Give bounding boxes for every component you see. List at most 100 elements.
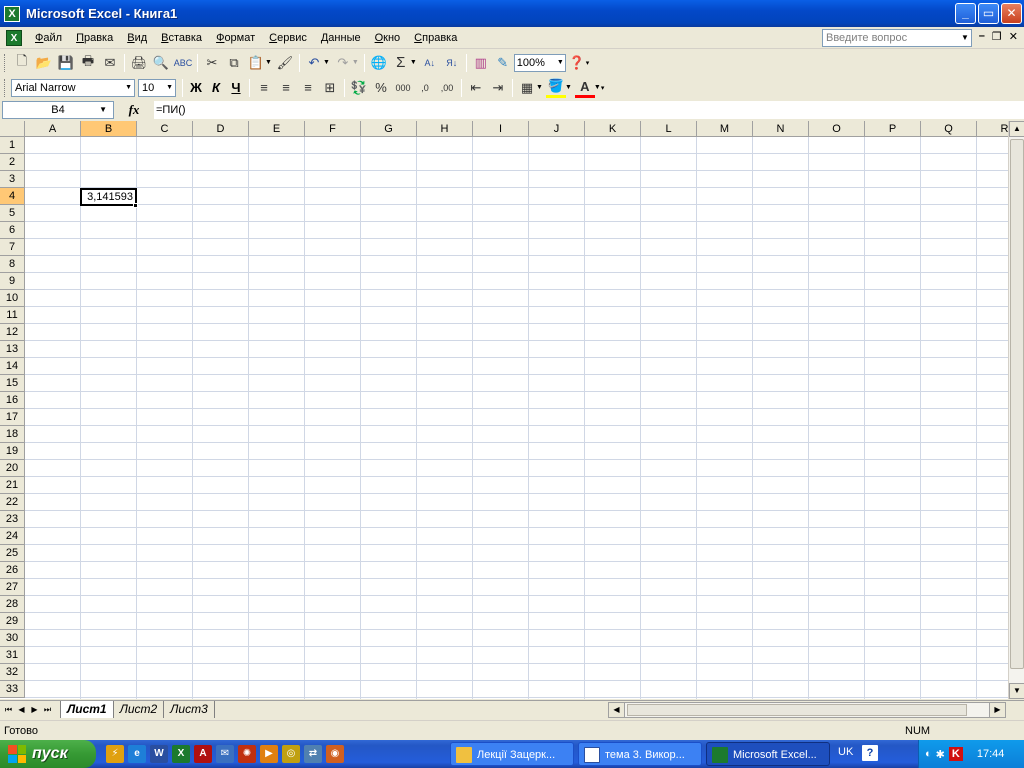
align-left-icon[interactable]: ≡ <box>254 78 274 98</box>
menu-help[interactable]: Справка <box>407 27 464 49</box>
column-header-q[interactable]: Q <box>921 121 977 137</box>
column-header-i[interactable]: I <box>473 121 529 137</box>
menu-view[interactable]: Вид <box>120 27 154 49</box>
row-header-21[interactable]: 21 <box>0 477 25 494</box>
chevron-down-icon[interactable]: ▼ <box>410 59 417 66</box>
row-header-1[interactable]: 1 <box>0 137 25 154</box>
sort-ascending-icon[interactable]: A↓ <box>420 53 440 73</box>
scroll-down-icon[interactable]: ▼ <box>1009 683 1024 699</box>
decrease-decimal-icon[interactable]: ,00 <box>437 78 457 98</box>
row-header-33[interactable]: 33 <box>0 681 25 698</box>
currency-icon[interactable]: 💱 <box>349 78 369 98</box>
copy-icon[interactable]: ⧉ <box>224 53 244 73</box>
row-header-31[interactable]: 31 <box>0 647 25 664</box>
row-header-20[interactable]: 20 <box>0 460 25 477</box>
font-color-icon[interactable]: A <box>574 78 595 98</box>
insert-function-button[interactable]: fx <box>114 102 154 118</box>
cell-gridlines[interactable] <box>25 137 1008 699</box>
cut-icon[interactable]: ✂ <box>202 53 222 73</box>
excel-quicklaunch-icon[interactable]: X <box>172 745 190 763</box>
menu-tools[interactable]: Сервис <box>262 27 314 49</box>
row-header-12[interactable]: 12 <box>0 324 25 341</box>
excel-icon[interactable]: X <box>4 5 20 22</box>
percent-button[interactable]: % <box>371 78 391 98</box>
worksheet-grid[interactable]: 3,141593 A B C D E F G H I J K L M N O P Q R 1 2 3 4 5 6 7 8 9 10 11… <box>0 121 1008 699</box>
toolbar-grip[interactable] <box>4 78 8 97</box>
row-header-22[interactable]: 22 <box>0 494 25 511</box>
row-header-26[interactable]: 26 <box>0 562 25 579</box>
increase-indent-icon[interactable]: ⇥ <box>488 78 508 98</box>
chevron-down-icon[interactable]: ▼ <box>323 59 330 66</box>
task-excel[interactable]: Microsoft Excel... <box>706 742 830 766</box>
row-header-14[interactable]: 14 <box>0 358 25 375</box>
select-all-button[interactable] <box>0 121 25 137</box>
menu-insert[interactable]: Вставка <box>154 27 209 49</box>
doc-restore-button[interactable]: ❐ <box>992 30 1002 43</box>
horizontal-scroll-thumb[interactable] <box>627 704 967 716</box>
formula-input[interactable]: =ПИ() <box>154 101 1024 119</box>
start-button[interactable]: пуск <box>0 740 96 768</box>
permission-icon[interactable]: 🖶 <box>78 53 98 73</box>
menu-data[interactable]: Данные <box>314 27 368 49</box>
column-header-m[interactable]: M <box>697 121 753 137</box>
row-header-27[interactable]: 27 <box>0 579 25 596</box>
bold-button[interactable]: Ж <box>186 78 206 98</box>
tray-icon-2[interactable]: ✱ <box>936 748 945 761</box>
align-right-icon[interactable]: ≡ <box>298 78 318 98</box>
antivirus-icon[interactable]: K <box>948 747 963 761</box>
row-header-32[interactable]: 32 <box>0 664 25 681</box>
first-sheet-icon[interactable]: ⏮ <box>2 705 15 715</box>
toolbar-options-icon[interactable]: ▾ <box>586 59 590 67</box>
chevron-down-icon[interactable]: ▼ <box>594 84 601 91</box>
prev-sheet-icon[interactable]: ◀ <box>15 705 28 714</box>
power-icon[interactable]: ⚡ <box>106 745 124 763</box>
align-center-icon[interactable]: ≡ <box>276 78 296 98</box>
row-header-13[interactable]: 13 <box>0 341 25 358</box>
print-preview-icon[interactable]: 🔍 <box>151 53 171 73</box>
acrobat-icon[interactable]: A <box>194 745 212 763</box>
spelling-icon[interactable]: ABC <box>173 53 193 73</box>
chevron-down-icon[interactable]: ▼ <box>958 29 972 47</box>
column-header-f[interactable]: F <box>305 121 361 137</box>
column-header-p[interactable]: P <box>865 121 921 137</box>
underline-button[interactable]: Ч <box>226 78 246 98</box>
maximize-button[interactable]: ▭ <box>978 3 999 24</box>
row-header-24[interactable]: 24 <box>0 528 25 545</box>
sheet-tab-3[interactable]: Лист3 <box>164 701 215 718</box>
scroll-left-icon[interactable]: ◀ <box>609 703 625 717</box>
open-folder-icon[interactable]: 📂 <box>34 53 54 73</box>
redo-icon[interactable]: ↷ <box>333 53 353 73</box>
column-header-c[interactable]: C <box>137 121 193 137</box>
column-header-j[interactable]: J <box>529 121 585 137</box>
row-header-29[interactable]: 29 <box>0 613 25 630</box>
undo-icon[interactable]: ↶ <box>304 53 324 73</box>
horizontal-scrollbar[interactable]: ◀ ▶ <box>608 702 1006 718</box>
row-header-16[interactable]: 16 <box>0 392 25 409</box>
menu-format[interactable]: Формат <box>209 27 262 49</box>
decrease-indent-icon[interactable]: ⇤ <box>466 78 486 98</box>
vertical-scrollbar[interactable]: ▲ ▼ <box>1008 121 1024 699</box>
outlook-icon[interactable]: ✉ <box>216 745 234 763</box>
next-sheet-icon[interactable]: ▶ <box>28 705 41 714</box>
row-header-9[interactable]: 9 <box>0 273 25 290</box>
network-icon[interactable]: ⇄ <box>304 745 322 763</box>
increase-decimal-icon[interactable]: ,0 <box>415 78 435 98</box>
format-painter-icon[interactable]: 🖌 <box>275 53 295 73</box>
row-header-7[interactable]: 7 <box>0 239 25 256</box>
doc-minimize-button[interactable]: – <box>979 30 985 43</box>
row-header-23[interactable]: 23 <box>0 511 25 528</box>
zoom-select[interactable]: 100% ▼ <box>513 53 566 72</box>
save-icon[interactable]: 💾 <box>56 53 76 73</box>
row-header-6[interactable]: 6 <box>0 222 25 239</box>
task-word-doc[interactable]: тема 3. Викор... <box>578 742 702 766</box>
column-header-r[interactable]: R <box>977 121 1008 137</box>
last-sheet-icon[interactable]: ⏭ <box>41 705 54 715</box>
row-header-4[interactable]: 4 <box>0 188 25 205</box>
drawing-icon[interactable]: ✎ <box>493 53 513 73</box>
font-name-select[interactable]: Arial Narrow ▼ <box>11 78 135 97</box>
close-button[interactable]: ✕ <box>1001 3 1022 24</box>
chevron-down-icon[interactable]: ▼ <box>265 59 272 66</box>
scroll-up-icon[interactable]: ▲ <box>1009 121 1024 137</box>
autosum-icon[interactable]: Σ <box>391 53 411 73</box>
sheet-tab-2[interactable]: Лист2 <box>114 701 165 718</box>
